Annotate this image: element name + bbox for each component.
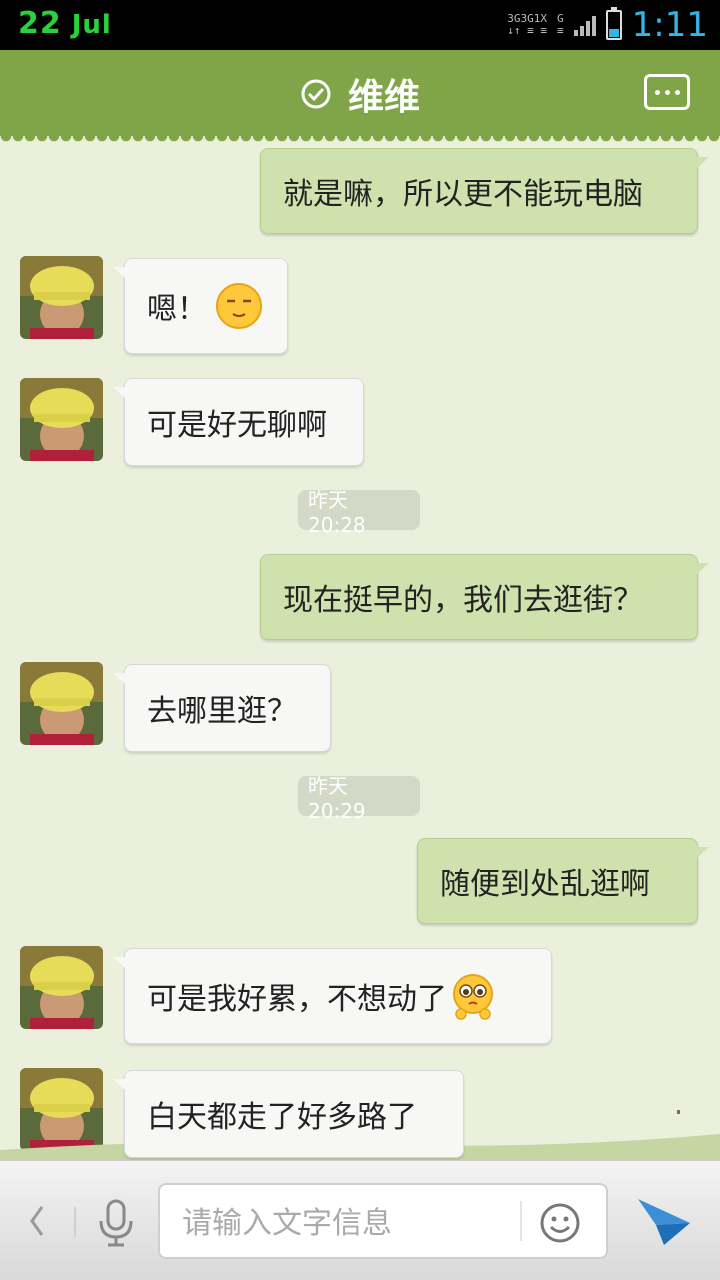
status-month: Jul [71,10,112,40]
network-g-icon: G ≡ [557,12,564,37]
status-time: 1:11 [631,5,708,45]
status-day: 22 [18,6,62,41]
timestamp: 昨天 20:28 [298,488,420,537]
teary-emoji [453,974,493,1020]
message-text: 去哪里逛？ [147,694,297,729]
back-icon[interactable] [24,1201,48,1241]
more-dots-icon[interactable] [644,74,690,110]
message-text: 可是我好累，不想动了 [147,982,447,1017]
message-bubble-sent[interactable]: 就是嘛，所以更不能玩电脑 [260,148,709,234]
battery-icon [605,7,622,40]
content-smile-emoji [216,283,262,329]
message-text: 现在挺早的，我们去逛街？ [283,583,643,618]
divider [520,1201,522,1241]
smiley-icon[interactable] [538,1201,582,1245]
message-bubble-received[interactable]: 去哪里逛？ [113,664,331,752]
chat-title: 维维 [347,77,420,118]
message-bubble-received[interactable]: 可是我好累，不想动了 [113,948,552,1044]
message-text: 嗯！ [147,292,207,327]
message-bubble-received[interactable]: 可是好无聊啊 [113,378,364,466]
avatar[interactable] [20,378,103,461]
status-indicators: 3G3G1X ↓↑ ≡ ≡ G ≡ 1:11 [507,4,708,46]
network-3g-icon: 3G3G1X ↓↑ ≡ ≡ [507,12,548,37]
status-date: 22 Jul [18,6,112,41]
message-bubble-received[interactable]: 嗯！ [113,258,288,354]
message-bubble-sent[interactable]: 现在挺早的，我们去逛街？ [260,554,709,640]
check-circle-icon [301,79,331,109]
avatar[interactable] [20,662,103,745]
message-bubble-received[interactable]: 白天都走了好多路了 [113,1070,464,1158]
message-text: 可是好无聊啊 [147,408,327,443]
timestamp: 昨天 20:29 [298,774,420,823]
status-bar: 22 Jul 3G3G1X ↓↑ ≡ ≡ G ≡ 1:11 [0,0,720,50]
send-icon[interactable] [636,1195,692,1247]
message-bubble-sent[interactable]: 随便到处乱逛啊 [417,838,709,924]
divider [74,1207,76,1237]
message-text: 就是嘛，所以更不能玩电脑 [283,177,643,212]
message-input-box[interactable] [158,1183,608,1259]
avatar[interactable] [20,256,103,339]
message-text: 白天都走了好多路了 [147,1100,417,1135]
message-text: 随便到处乱逛啊 [440,867,650,902]
chat-area[interactable]: 就是嘛，所以更不能玩电脑 嗯！ 可是好无聊啊 昨天 20:28 现在挺早的，我们… [0,136,720,1160]
microphone-icon[interactable] [96,1197,136,1247]
signal-strength-icon [573,14,596,36]
input-bar [0,1160,720,1280]
chat-header: 维维 [0,50,720,144]
avatar[interactable] [20,946,103,1029]
message-input[interactable] [182,1203,512,1243]
